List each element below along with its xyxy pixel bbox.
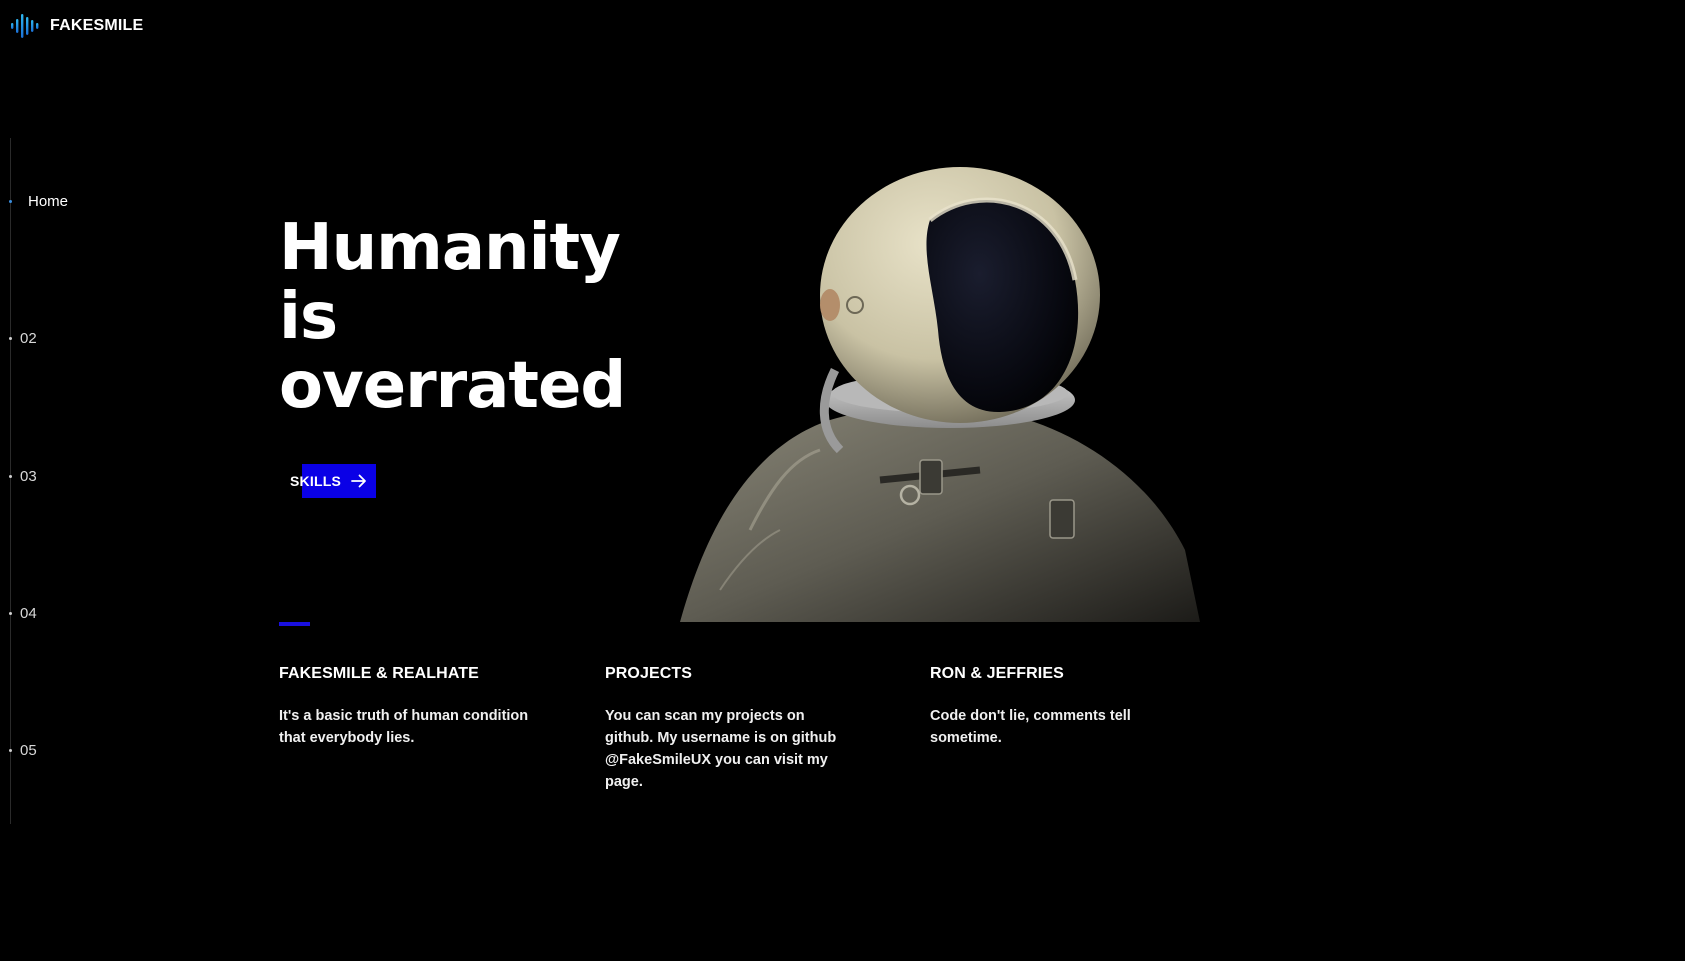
accent-bar — [279, 622, 310, 626]
nav-dot — [9, 612, 12, 615]
nav-label: 04 — [20, 605, 37, 622]
skills-button[interactable]: SKILLS — [290, 464, 376, 498]
info-column-title: FAKESMILE & REALHATE — [279, 665, 479, 682]
logo[interactable]: FAKESMILE — [10, 12, 143, 40]
arrow-right-icon — [351, 474, 366, 488]
info-column-title: PROJECTS — [605, 665, 693, 682]
info-column-ron-jeffries: RON & JEFFRIES Code don't lie, comments … — [930, 665, 1160, 749]
skills-button-label: SKILLS — [290, 473, 341, 489]
info-column-text: Code don't lie, comments tell sometime. — [930, 708, 1131, 746]
soundwave-icon — [11, 14, 39, 38]
nav-dot — [9, 337, 12, 340]
hero-title: Humanity is overrated — [279, 211, 626, 423]
side-nav-item-home[interactable]: Home — [9, 193, 68, 210]
side-nav-item-02[interactable]: 02 — [9, 330, 37, 347]
hero-title-line: is — [279, 280, 338, 354]
info-column-fakesmile: FAKESMILE & REALHATE It's a basic truth … — [279, 665, 529, 749]
astronaut-illustration — [680, 167, 1200, 622]
info-column-projects: PROJECTS You can scan my projects on git… — [605, 665, 850, 793]
brand-name: FAKESMILE — [50, 17, 144, 34]
info-column-title: RON & JEFFRIES — [930, 665, 1064, 682]
nav-dot — [9, 200, 12, 203]
nav-dot — [9, 749, 12, 752]
nav-label: 02 — [20, 330, 37, 347]
info-column-text: It's a basic truth of human condition th… — [279, 708, 529, 746]
hero-title-line: Humanity — [279, 211, 621, 285]
side-nav-item-04[interactable]: 04 — [9, 605, 37, 622]
nav-label: 03 — [20, 468, 37, 485]
nav-label: 05 — [20, 742, 37, 759]
hero-title-line: overrated — [279, 349, 626, 423]
nav-label: Home — [28, 193, 69, 210]
side-nav-item-05[interactable]: 05 — [9, 742, 37, 759]
side-nav-item-03[interactable]: 03 — [9, 468, 37, 485]
page: FAKESMILE Home 02 03 04 05 Humanity is o… — [0, 0, 1685, 961]
info-column-text: You can scan my projects on github. My u… — [605, 708, 837, 790]
nav-dot — [9, 475, 12, 478]
